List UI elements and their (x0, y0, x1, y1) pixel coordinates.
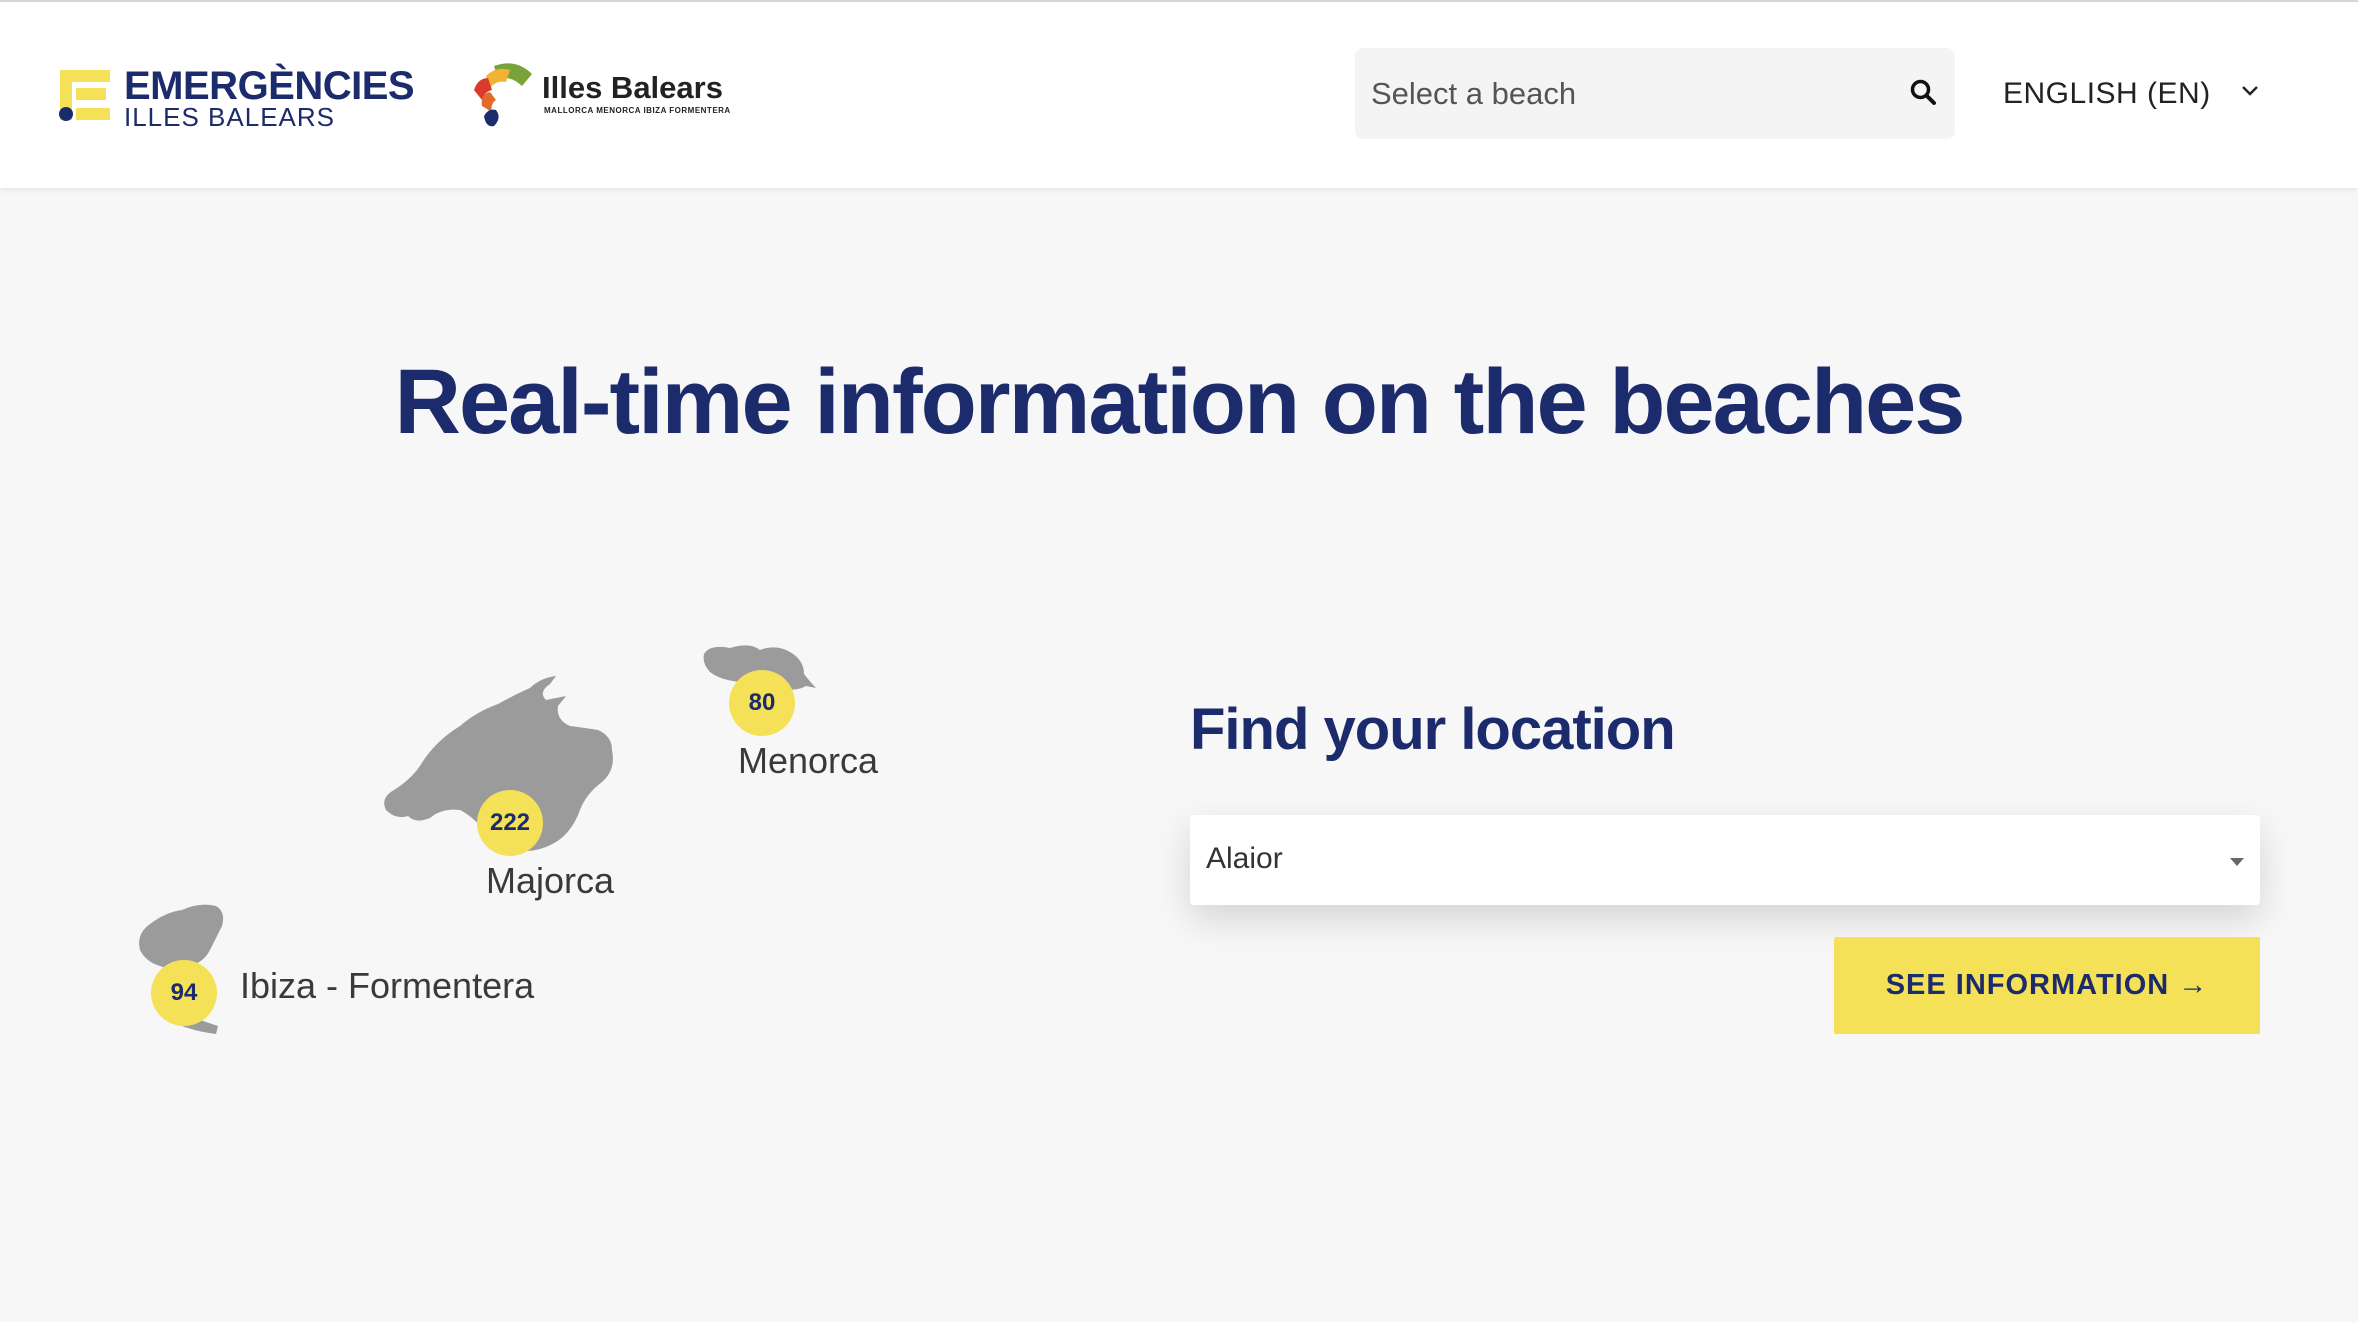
location-select-value: Alaior (1206, 842, 1283, 875)
majorca-count-badge[interactable]: 222 (477, 790, 543, 856)
illes-balears-islands: MALLORCA MENORCA IBIZA FORMENTERA (544, 106, 731, 115)
emergencies-logo-subtitle: ILLES BALEARS (124, 102, 335, 132)
see-information-button[interactable]: SEE INFORMATION → (1834, 937, 2260, 1034)
page-title: Real-time information on the beaches (394, 351, 1966, 453)
illes-balears-mark-icon (474, 63, 532, 127)
islands-map: 80 Menorca 222 Majorca 94 Ibiza - Formen… (130, 630, 930, 1050)
chevron-down-icon (2240, 84, 2260, 103)
ibiza-formentera-label[interactable]: Ibiza - Formentera (240, 965, 534, 1007)
location-select[interactable]: Alaior (1190, 815, 2260, 905)
language-selector[interactable]: ENGLISH (EN) (2003, 72, 2263, 116)
illes-balears-logo[interactable]: Illes Balears MALLORCA MENORCA IBIZA FOR… (466, 56, 730, 136)
majorca-label[interactable]: Majorca (486, 860, 614, 902)
site-header: EMERGÈNCIES ILLES BALEARS Illes Balears … (0, 2, 2358, 188)
ibiza-count-badge[interactable]: 94 (151, 960, 217, 1026)
emergencies-logo[interactable]: EMERGÈNCIES ILLES BALEARS (58, 64, 428, 134)
menorca-count-badge[interactable]: 80 (729, 670, 795, 736)
caret-down-icon (2228, 855, 2246, 873)
find-location-title: Find your location (1190, 697, 1676, 762)
illes-balears-title: Illes Balears (542, 70, 723, 105)
beach-search (1355, 48, 1955, 139)
language-label: ENGLISH (EN) (2003, 77, 2211, 110)
search-icon[interactable] (1909, 78, 1937, 111)
emergencies-mark-icon (59, 70, 110, 121)
beach-search-input[interactable] (1355, 48, 1895, 139)
menorca-label[interactable]: Menorca (738, 740, 878, 782)
